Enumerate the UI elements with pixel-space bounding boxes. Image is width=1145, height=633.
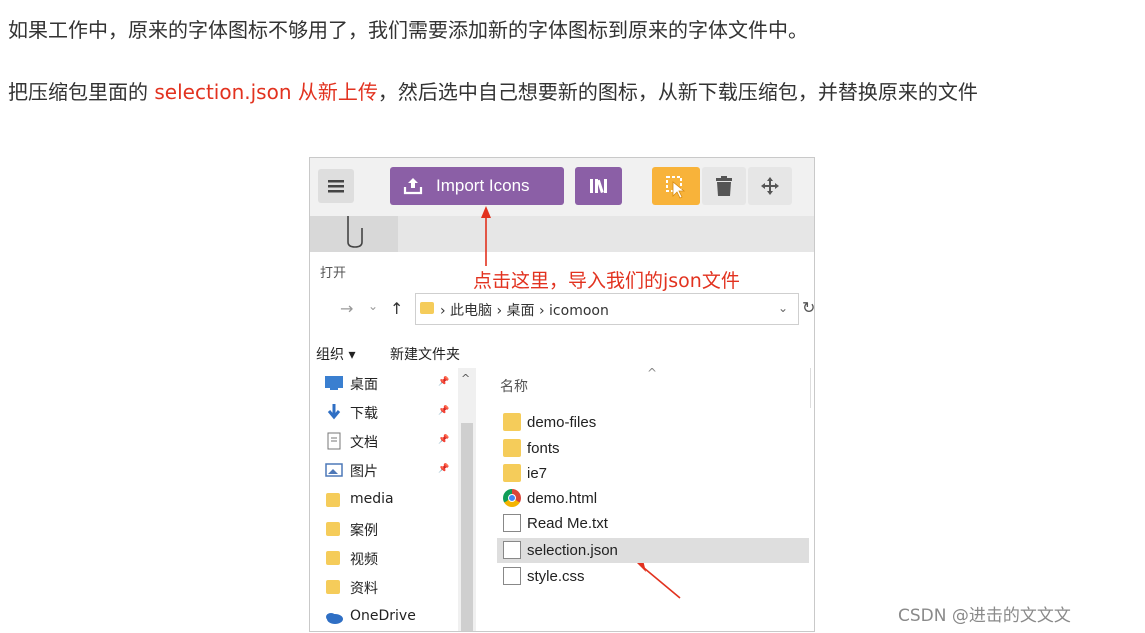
column-header-name[interactable]: 名称 [500,376,528,396]
document-icon [324,432,344,450]
sidebar-item-label: 视频 [350,552,378,568]
onedrive-icon [324,608,344,626]
file-name: style.css [527,568,585,585]
file-row[interactable]: style.css [497,564,809,589]
move-tool-button[interactable] [748,167,792,205]
file-name: ie7 [527,465,548,482]
up-arrow-icon[interactable]: ↑ [390,299,403,318]
pictures-icon [324,461,344,479]
download-icon [324,403,344,421]
hamburger-icon [328,180,344,193]
delete-tool-button[interactable] [702,167,746,205]
icon-set-strip [310,216,814,252]
paragraph-2-lead: 把压缩包里面的 [8,80,155,104]
file-name: Read Me.txt [527,515,608,532]
sidebar-item-label: 案例 [350,523,378,539]
file-name: selection.json [527,542,618,559]
history-dropdown-icon[interactable]: ⌄ [368,299,378,313]
file-row[interactable]: demo.html [497,486,809,511]
forward-arrow-icon[interactable]: → [340,299,353,318]
folder-icon [503,413,521,431]
column-divider[interactable] [810,368,811,408]
pin-icon: 📌 [438,464,450,474]
folder-icon [503,464,521,482]
pin-icon: 📌 [438,406,450,416]
instruction-paragraph-1: 如果工作中，原来的字体图标不够用了，我们需要添加新的字体图标到原来的字体文件中。 [8,18,808,42]
open-dialog-title: 打开 [320,266,347,281]
sidebar-item-label: 图片 [350,464,378,480]
address-bar[interactable]: › 此电脑 › 桌面 › icomoon ⌄ [415,293,799,325]
breadcrumb: › 此电脑 › 桌面 › icomoon [440,303,609,319]
json-file-icon [503,541,521,559]
desktop-icon [324,374,344,392]
folder-icon [503,439,521,457]
sort-caret-icon: ^ [647,366,658,380]
scrollbar-thumb[interactable] [461,423,473,631]
move-icon [761,177,779,195]
sidebar-item-label: OneDrive [350,608,416,624]
file-name: demo.html [527,490,598,507]
clip-icon [347,216,363,248]
folder-icon [324,491,344,509]
sidebar-scrollbar[interactable]: ^ [458,368,476,631]
new-folder-button[interactable]: 新建文件夹 [390,344,460,364]
cursor-select-icon [666,176,686,199]
navigation-pane: 桌面 📌 下载 📌 文档 📌 图片 📌 media 案例视频资料 OneDrive [310,368,458,631]
sidebar-item-label: 桌面 [350,377,378,393]
sidebar-item-label: 资料 [350,581,378,597]
library-button[interactable] [575,167,622,205]
pin-icon: 📌 [438,435,450,445]
folder-icon [324,549,344,567]
command-bar [310,334,814,368]
file-row[interactable]: demo-files [497,410,809,435]
select-tool-button[interactable] [652,167,700,205]
folder-icon [324,520,344,538]
chrome-icon [503,489,521,507]
file-name: demo-files [527,414,597,431]
paragraph-2-highlight: selection.json 从新上传 [154,80,378,104]
csdn-watermark: CSDN @进击的文文文 [898,606,1071,626]
folder-icon [324,578,344,596]
sidebar-item-label: 文档 [350,435,378,451]
file-name: fonts [527,440,560,457]
pin-icon: 📌 [438,377,450,387]
paragraph-2-tail: ，然后选中自己想要新的图标，从新下载压缩包，并替换原来的文件 [377,80,978,104]
sidebar-item-label: 下载 [350,406,378,422]
file-row[interactable]: fonts [497,436,809,461]
file-row[interactable]: Read Me.txt [497,511,809,536]
import-icons-button[interactable]: Import Icons [390,167,564,205]
file-row[interactable]: ie7 [497,461,809,486]
file-row[interactable]: selection.json [497,538,809,563]
import-icons-label: Import Icons [436,176,530,195]
upload-icon [403,178,423,195]
icomoon-toolbar: Import Icons [310,158,814,216]
css-file-icon [503,567,521,585]
scroll-up-icon[interactable]: ^ [461,372,470,385]
menu-button[interactable] [318,169,354,203]
organize-menu[interactable]: 组织 ▾ [316,344,355,364]
sidebar-item-label: media [350,491,394,507]
library-icon [590,179,607,194]
embedded-screenshot: Import Icons 打开 点击这里，导入我们的json文件 → ⌄ ↑ ›… [309,157,815,632]
refresh-icon[interactable]: ↻ [802,298,814,317]
address-dropdown-icon[interactable]: ⌄ [778,301,788,315]
text-file-icon [503,514,521,532]
folder-icon [420,302,434,314]
trash-icon [716,176,732,196]
instruction-paragraph-2: 把压缩包里面的 selection.json 从新上传，然后选中自己想要新的图标… [8,76,978,105]
